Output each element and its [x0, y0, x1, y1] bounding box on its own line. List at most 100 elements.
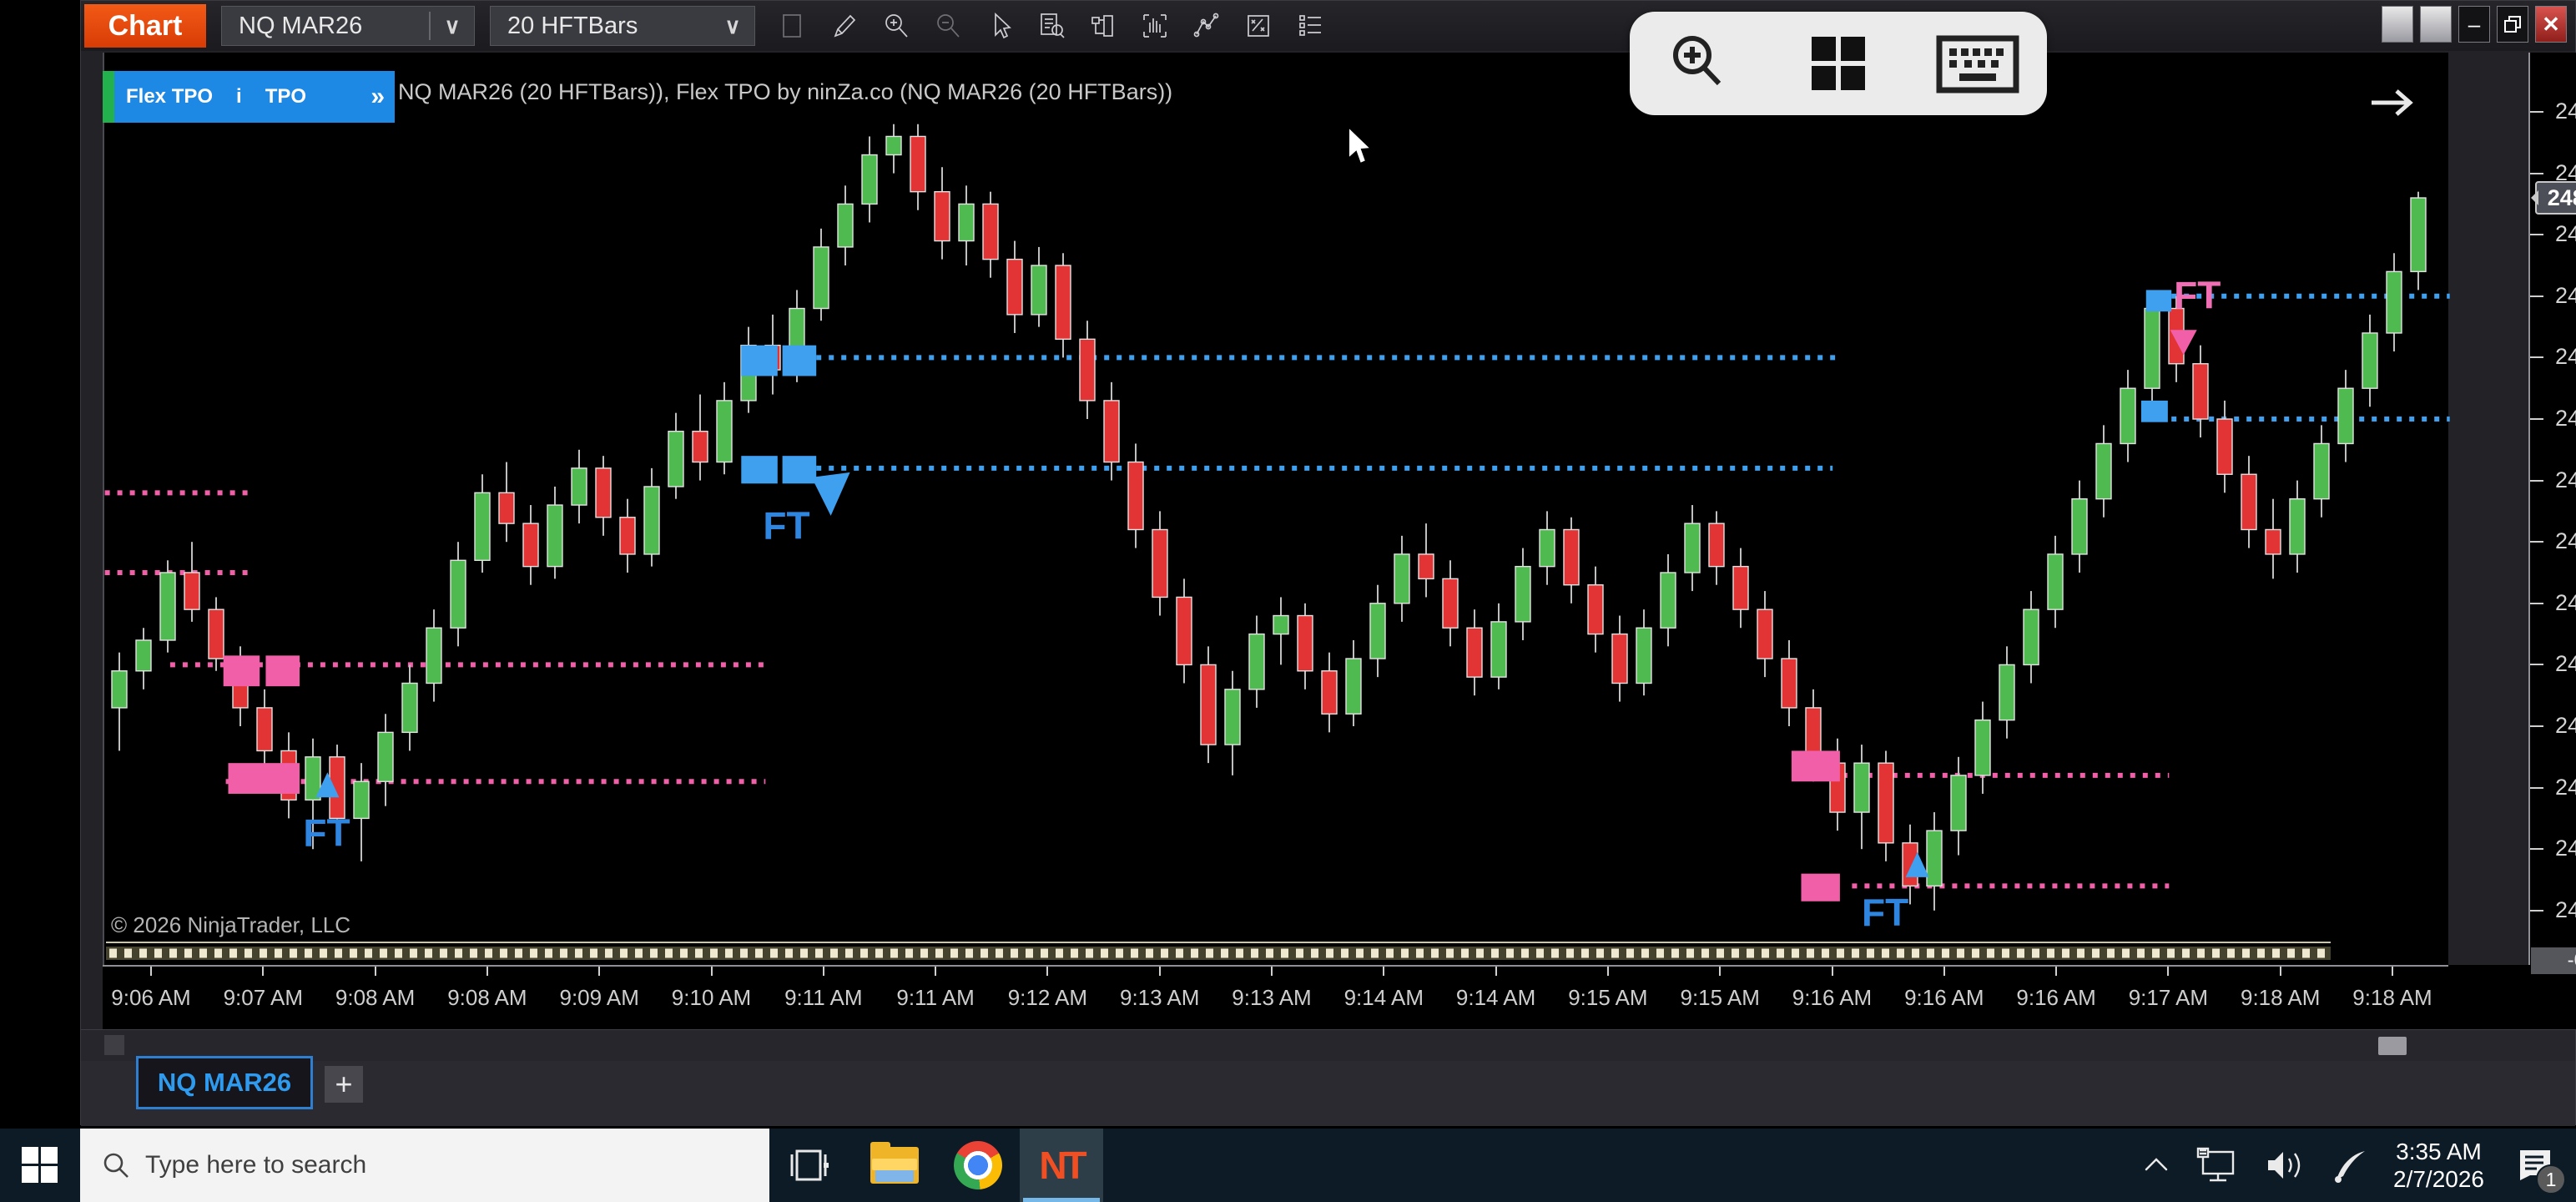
chart-toolbar [767, 4, 1336, 48]
time-tick [2055, 967, 2057, 976]
candle-body [644, 487, 659, 554]
candle-body [1007, 260, 1022, 315]
strategies-icon[interactable] [1233, 4, 1284, 48]
folder-icon [870, 1147, 919, 1184]
notifications-button[interactable]: 1 [2506, 1136, 2564, 1194]
interval-selector[interactable]: 20 HFTBars ∨ [490, 6, 755, 46]
candle-body [184, 573, 199, 609]
ninjatrader-button[interactable]: NT [1020, 1129, 1103, 1202]
grid-icon[interactable] [1792, 22, 1884, 105]
taskbar-clock[interactable]: 3:35 AM 2/7/2026 [2393, 1138, 2484, 1193]
candle-body [2314, 443, 2329, 498]
time-label: 9:13 AM [1232, 985, 1311, 1011]
candle-body [1951, 775, 1966, 831]
candle-body [1177, 597, 1192, 664]
candle-body [572, 468, 587, 505]
link-button-1[interactable] [2382, 6, 2413, 43]
candle-body [959, 204, 974, 240]
zoom-in-icon[interactable] [870, 4, 922, 48]
pink-zone [1802, 874, 1840, 902]
chart-trader-icon[interactable] [1077, 4, 1129, 48]
axis-corner [2448, 965, 2576, 1029]
start-button[interactable] [0, 1129, 80, 1202]
candle-body [1225, 689, 1240, 745]
task-view-button[interactable] [769, 1129, 853, 1202]
candle-body [2024, 609, 2039, 664]
chrome-button[interactable] [936, 1129, 1020, 1202]
taskbar-search[interactable]: Type here to search [80, 1129, 769, 1202]
time-label: 9:06 AM [111, 985, 190, 1011]
draw-pencil-icon[interactable] [819, 4, 870, 48]
minimize-button[interactable]: – [2458, 6, 2490, 43]
bar-type-icon[interactable] [1129, 4, 1181, 48]
chrome-icon [954, 1141, 1002, 1189]
flex-tpo-indicator-bar[interactable]: Flex TPO i TPO » [103, 71, 395, 123]
time-label: 9:14 AM [1456, 985, 1535, 1011]
price-label: 24850.00 [2555, 221, 2576, 247]
candle-body [1685, 523, 1700, 573]
time-tick [2167, 967, 2169, 976]
horizontal-scrollbar[interactable] [81, 1029, 2575, 1061]
scrollbar-thumb[interactable] [2378, 1037, 2407, 1055]
clock-date: 2/7/2026 [2393, 1165, 2484, 1193]
time-label: 9:16 AM [1792, 985, 1872, 1011]
candle-body [1878, 763, 1893, 843]
volume-icon[interactable] [2261, 1147, 2308, 1184]
time-tick [2280, 967, 2281, 976]
scrollbar-left-block[interactable] [104, 1035, 124, 1055]
keyboard-icon[interactable] [1932, 22, 2024, 105]
time-tick [1046, 967, 1048, 976]
magnifier-plus-icon[interactable] [1653, 22, 1745, 105]
chart-menu-button[interactable]: Chart [84, 4, 206, 48]
candle-body [693, 432, 708, 462]
blue-zone [783, 346, 817, 376]
cursor-icon[interactable] [974, 4, 1026, 48]
data-box-icon[interactable] [1026, 4, 1077, 48]
time-axis[interactable]: 9:06 AM9:07 AM9:08 AM9:08 AM9:09 AM9:10 … [103, 965, 2448, 1029]
chart-plot-area[interactable]: Flex TPO i TPO » NQ MAR26 (20 HFTBars)),… [103, 53, 2448, 965]
go-to-latest-arrow[interactable] [2368, 84, 2415, 125]
instrument-selector[interactable]: NQ MAR26 ∨ [221, 6, 475, 46]
candle-body [1201, 664, 1216, 745]
candle-body [2193, 364, 2208, 419]
blue-zone [741, 346, 778, 376]
candle-body [1854, 763, 1869, 812]
price-axis[interactable]: 24856.00 24870.0024860.0024850.0024840.0… [2528, 53, 2576, 965]
zoom-out-icon[interactable] [922, 4, 974, 48]
candle-body [1322, 671, 1337, 715]
time-label: 9:13 AM [1120, 985, 1199, 1011]
tpo-label[interactable]: TPO [254, 85, 318, 109]
hidden-icons-chevron[interactable] [2141, 1153, 2171, 1178]
candle-body [1999, 664, 2014, 720]
network-icon[interactable] [2193, 1147, 2240, 1184]
list-properties-icon[interactable] [1284, 4, 1336, 48]
restore-button[interactable] [2497, 6, 2528, 43]
time-label: 9:11 AM [784, 985, 862, 1011]
blue-zone [2141, 401, 2168, 422]
price-label: 24800.00 [2555, 528, 2576, 554]
candle-body [2120, 388, 2135, 443]
candle-body [2072, 499, 2087, 554]
candle-body [2338, 388, 2353, 443]
expand-icon[interactable]: » [359, 83, 395, 111]
file-explorer-button[interactable] [853, 1129, 936, 1202]
candle-body [668, 432, 683, 487]
add-tab-button[interactable]: + [325, 1066, 363, 1103]
time-label: 9:17 AM [2129, 985, 2208, 1011]
pink-zone [1792, 750, 1840, 781]
indicators-icon[interactable] [1181, 4, 1233, 48]
taskbar: Type here to search NT 3:35 AM 2/7/2026 [0, 1129, 2576, 1202]
time-tick [150, 967, 152, 976]
price-tick [2530, 480, 2543, 482]
candle-body [1031, 265, 1046, 315]
close-button[interactable]: ✕ [2535, 6, 2567, 43]
candle-body [1056, 265, 1071, 339]
candle-body [1564, 529, 1579, 584]
tab-nq-mar26[interactable]: NQ MAR26 [136, 1056, 313, 1109]
candle-body [354, 781, 369, 818]
flex-tpo-info[interactable]: i [224, 85, 254, 109]
link-button-2[interactable] [2420, 6, 2452, 43]
pen-icon[interactable] [2330, 1146, 2372, 1184]
candle-body [1080, 339, 1095, 401]
region-select-icon[interactable] [767, 4, 819, 48]
